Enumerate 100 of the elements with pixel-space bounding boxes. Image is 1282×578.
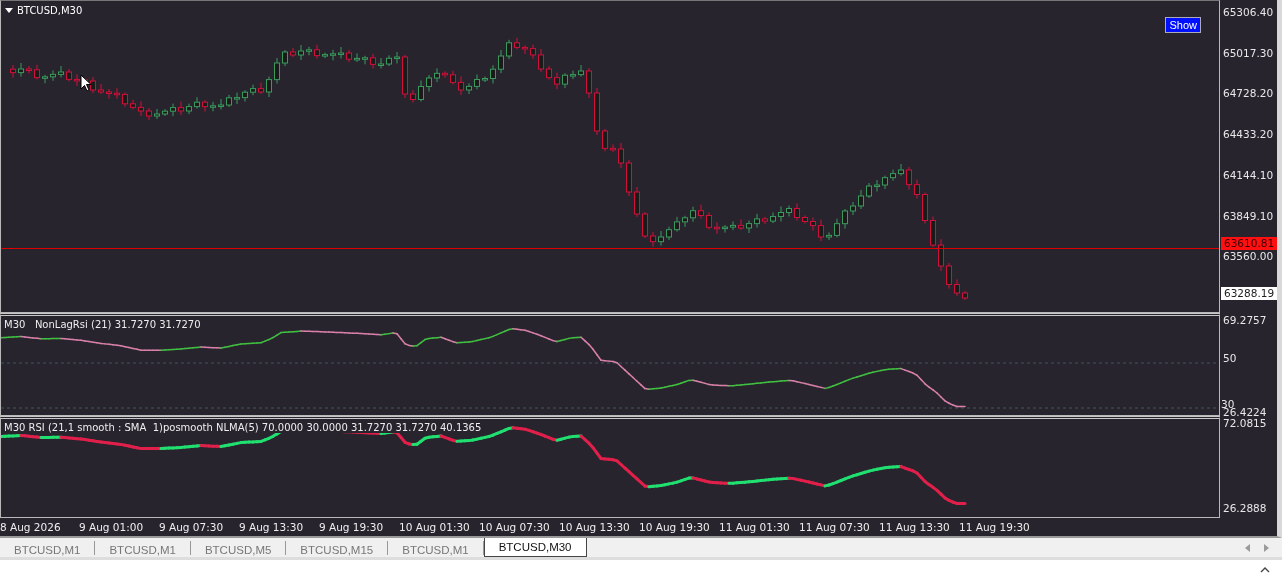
time-label: 11 Aug 19:30: [959, 521, 1030, 533]
candle: [450, 70, 456, 85]
candle: [74, 73, 80, 87]
price-label: 63560.00: [1223, 249, 1274, 264]
price-label: 64433.20: [1223, 127, 1274, 142]
candle: [354, 52, 360, 63]
time-label: 9 Aug 07:30: [159, 521, 224, 533]
candle: [106, 88, 112, 99]
candle: [178, 101, 184, 116]
candle: [322, 52, 328, 59]
candle: [922, 192, 928, 224]
chart-tab[interactable]: BTCUSD,M15: [286, 541, 389, 555]
candle: [466, 82, 472, 95]
candle: [530, 44, 536, 60]
candle: [714, 221, 720, 235]
candle: [498, 49, 504, 74]
candle: [594, 87, 600, 136]
candle: [10, 64, 16, 79]
candle: [858, 189, 864, 210]
candle: [202, 99, 208, 113]
candle: [274, 57, 280, 85]
candle: [378, 57, 384, 69]
axis-label: 26.2888: [1223, 501, 1267, 515]
candle: [410, 89, 416, 103]
candle: [826, 231, 832, 241]
candle: [762, 216, 768, 225]
candle: [946, 262, 952, 289]
price-label: 63849.10: [1223, 208, 1274, 223]
candle: [42, 74, 48, 84]
candle: [50, 69, 56, 82]
candle: [482, 76, 488, 83]
candle: [506, 39, 512, 60]
price-tag: 63288.19: [1221, 287, 1278, 300]
candle: [34, 64, 40, 81]
chart-tab[interactable]: BTCUSD,M30: [483, 538, 587, 557]
candle: [194, 96, 200, 110]
candle: [906, 166, 912, 191]
candle: [930, 216, 936, 248]
price-label: 65017.30: [1223, 45, 1274, 60]
dropdown-icon[interactable]: [5, 8, 13, 13]
candle: [866, 182, 872, 199]
candle: [402, 54, 408, 99]
candle: [394, 51, 400, 64]
candle: [434, 67, 440, 83]
time-label: 10 Aug 01:30: [399, 521, 470, 533]
candle: [730, 220, 736, 231]
candle: [18, 62, 24, 78]
candle: [738, 218, 744, 231]
axis-label: 50: [1223, 351, 1237, 365]
candle: [258, 82, 264, 95]
candle: [26, 65, 32, 74]
show-button[interactable]: Show: [1165, 17, 1201, 33]
candle: [938, 238, 944, 272]
candle: [810, 217, 816, 232]
candle: [754, 213, 760, 229]
candle: [650, 231, 656, 248]
candle: [746, 220, 752, 234]
chart-tab[interactable]: BTCUSD,M5: [190, 541, 287, 555]
candle: [426, 74, 432, 92]
time-label: 11 Aug 07:30: [799, 521, 870, 533]
chart-tab[interactable]: BTCUSD,M1: [0, 541, 96, 555]
pointer-icon: [80, 74, 92, 92]
candle: [570, 70, 576, 80]
candle: [538, 48, 544, 73]
candle: [834, 218, 840, 238]
indicator-label: M30 RSI (21,1 smooth : SMA 1)posmooth NLMA(5) 70.0000 30.0000 31.7270 31.7270 40.1365: [4, 422, 482, 433]
candle: [658, 230, 664, 247]
candle: [898, 163, 904, 177]
chart-tab[interactable]: BTCUSD,M1: [95, 541, 191, 555]
time-label: 10 Aug 13:30: [559, 521, 630, 533]
candle: [690, 206, 696, 223]
price-label: 64728.20: [1223, 86, 1274, 101]
candle: [642, 211, 648, 239]
time-label: 10 Aug 07:30: [479, 521, 550, 533]
candle: [490, 64, 496, 84]
axis-label: 69.2757: [1223, 313, 1267, 327]
candle: [610, 143, 616, 153]
candle: [250, 84, 256, 96]
candle: [210, 101, 216, 112]
candle: [226, 94, 232, 108]
candle: [562, 72, 568, 89]
candle: [386, 54, 392, 67]
candle: [338, 46, 344, 59]
candle: [314, 44, 320, 60]
chevron-up-icon[interactable]: [1260, 565, 1270, 573]
candle: [914, 179, 920, 199]
time-label: 10 Aug 19:30: [639, 521, 710, 533]
candle: [330, 49, 336, 61]
candle: [306, 46, 312, 56]
time-label: 8 Aug 2026: [0, 521, 61, 533]
candle: [786, 205, 792, 217]
time-label: 11 Aug 01:30: [719, 521, 790, 533]
candle: [98, 83, 104, 95]
candle: [418, 80, 424, 102]
candle: [346, 49, 352, 63]
candle: [546, 65, 552, 81]
candle: [122, 91, 128, 108]
candle: [962, 290, 968, 301]
candle: [218, 98, 224, 110]
chart-tab[interactable]: BTCUSD,M1: [388, 541, 484, 555]
